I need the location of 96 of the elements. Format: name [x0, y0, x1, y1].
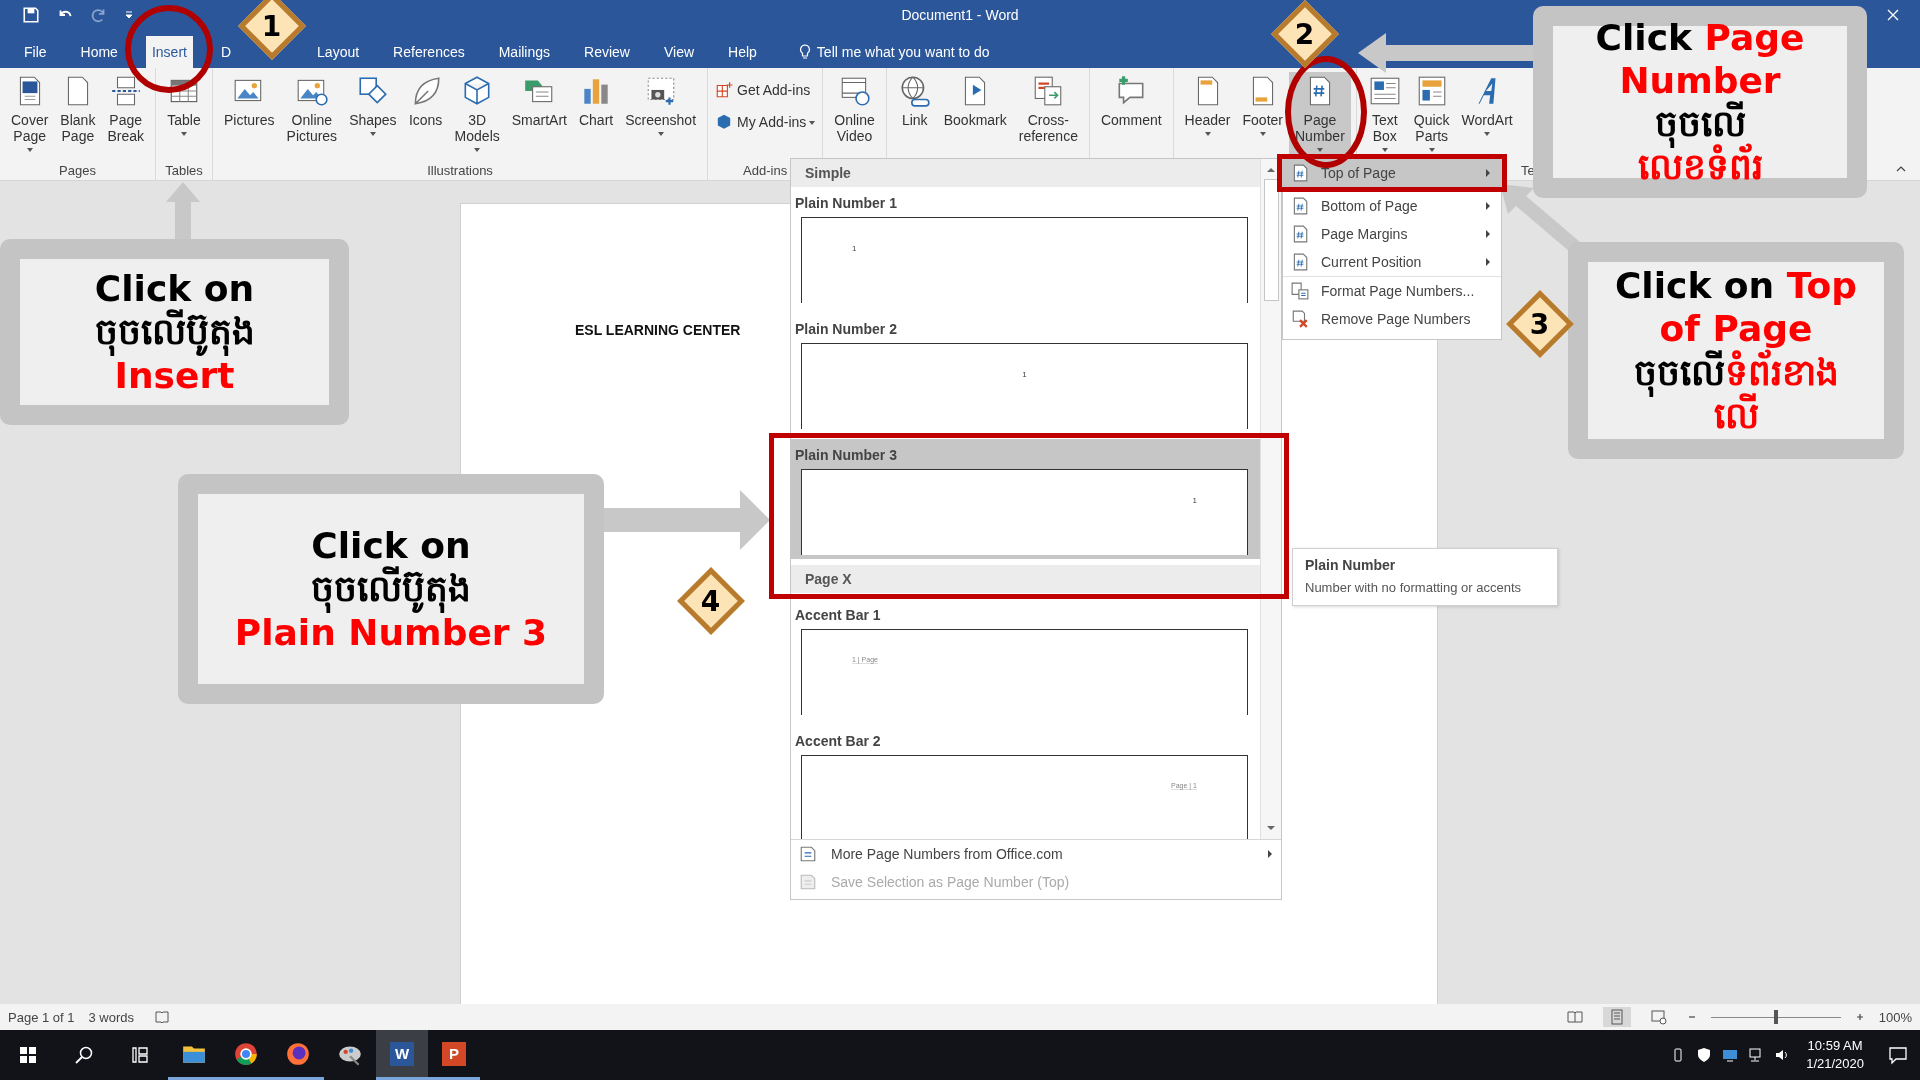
add-in-store-icon	[715, 81, 734, 99]
close-icon[interactable]	[1886, 8, 1900, 22]
menu-item[interactable]: Format Page Numbers...	[1283, 276, 1501, 305]
ribbon-tab[interactable]: File	[18, 36, 53, 68]
ribbon-button[interactable]: Online Pictures	[280, 72, 344, 160]
scroll-bar[interactable]	[1260, 159, 1281, 839]
ribbon-tab[interactable]: References	[387, 36, 471, 68]
preview-page-number: 1	[1192, 496, 1197, 505]
browser-icon	[285, 1040, 311, 1067]
ribbon-group-label: Illustrations	[427, 163, 493, 178]
ribbon-button[interactable]: Shapes	[343, 72, 403, 160]
gallery-item-title: Plain Number 3	[794, 446, 898, 465]
gallery-item-title: Accent Bar 1	[794, 606, 882, 625]
save-icon[interactable]	[22, 6, 40, 24]
tooltip-text: Number with no formatting or accents	[1305, 579, 1523, 597]
ribbon-tab[interactable]: Insert	[145, 36, 193, 68]
ribbon-button[interactable]: Pictures	[217, 72, 281, 160]
page-number-doc-icon	[1291, 164, 1309, 182]
zoom-in-icon[interactable]	[1854, 1012, 1865, 1022]
taskbar-app[interactable]: W	[376, 1030, 428, 1080]
ribbon-button[interactable]: Table	[160, 72, 207, 160]
instruction-text: Click on ចុចលើប៊ូតុង Plain Number 3	[198, 494, 584, 684]
gallery-menu-item[interactable]: More Page Numbers from Office.com	[791, 840, 1281, 868]
document-text: ESL LEARNING CENTER	[575, 322, 741, 338]
print-layout-icon[interactable]	[1602, 1007, 1631, 1027]
clock-time[interactable]: 10:59 AM	[1807, 1037, 1863, 1055]
ribbon-tab[interactable]: Layout	[311, 36, 366, 68]
customize-caret-icon[interactable]	[124, 10, 134, 20]
gallery-section-header: Page X	[791, 565, 1260, 593]
page-number-doc-icon	[1291, 253, 1309, 271]
lightbulb-icon	[798, 44, 811, 60]
ribbon-tab[interactable]: D	[214, 36, 238, 68]
window-title: Document1 - Word	[901, 7, 1019, 23]
zoom-level[interactable]: 100%	[1878, 1009, 1912, 1025]
ribbon-button[interactable]: My Add-ins	[713, 110, 818, 134]
ribbon-tab[interactable]: Mailings	[492, 36, 557, 68]
menu-item[interactable]: Top of Page	[1283, 159, 1501, 187]
page-number-doc-icon	[1291, 225, 1309, 243]
scroll-thumb[interactable]	[1264, 179, 1279, 301]
page-number-doc-icon	[799, 845, 817, 863]
ribbon-button[interactable]: Blank Page	[54, 72, 102, 160]
instruction-text: Click on Top of Page ចុចលើទំព័រខាង លើ	[1588, 262, 1884, 439]
ribbon-tab[interactable]: Review	[578, 36, 636, 68]
monitor-icon[interactable]	[1722, 1047, 1739, 1063]
menu-item[interactable]: Remove Page Numbers	[1283, 305, 1501, 333]
ribbon-group-label: Pages	[59, 163, 96, 178]
ribbon-button[interactable]: Cover Page	[5, 72, 55, 160]
tooltip-title: Plain Number	[1305, 557, 1397, 573]
ribbon-group-label: Tables	[165, 163, 203, 178]
gallery-item[interactable]: Plain Number 1 1	[791, 187, 1260, 307]
gallery-item[interactable]: Plain Number 3 1	[791, 439, 1260, 559]
ribbon-tab[interactable]: View	[657, 36, 701, 68]
browser-icon	[233, 1040, 259, 1067]
gallery-item-title: Plain Number 2	[794, 320, 898, 339]
gallery-item-title: Plain Number 1	[794, 194, 898, 213]
word-count: 3 words	[88, 1009, 135, 1025]
ribbon-button[interactable]: Page Break	[101, 72, 150, 160]
preview-page-number: 1	[852, 244, 857, 253]
ribbon-button[interactable]: Bookmark	[937, 72, 1013, 160]
ribbon-button[interactable]: Icons	[402, 72, 449, 160]
tell-me-search[interactable]: Tell me what you want to do	[792, 36, 996, 68]
page-number-doc-icon	[799, 873, 817, 891]
gallery-section-header: Simple	[791, 159, 1260, 187]
zoom-slider-thumb[interactable]	[1773, 1010, 1778, 1024]
ribbon-group-label: Add-ins	[743, 163, 788, 178]
collapse-ribbon-icon[interactable]	[1896, 166, 1906, 172]
menu-item[interactable]: Page Margins	[1283, 220, 1501, 248]
ribbon-tab[interactable]: Help	[722, 36, 763, 68]
menu-item[interactable]: Bottom of Page	[1283, 192, 1501, 220]
ribbon-tab[interactable]: Home	[74, 36, 124, 68]
taskbar-app[interactable]: P	[428, 1030, 480, 1080]
instruction-text: Click on ចុចលើប៊ូតុង Insert	[20, 259, 329, 405]
ribbon-button[interactable]: Chart	[572, 72, 620, 160]
gallery-item-title: Accent Bar 2	[794, 732, 882, 751]
scroll-up-icon[interactable]	[1266, 165, 1276, 175]
ribbon-button[interactable]: SmartArt	[505, 72, 573, 160]
scroll-down-icon[interactable]	[1266, 823, 1276, 833]
page-count: Page 1 of 1	[8, 1009, 75, 1025]
step-badge: 3	[1506, 290, 1574, 358]
menu-item[interactable]: Current Position	[1283, 248, 1501, 276]
ribbon-button[interactable]: Comment	[1094, 72, 1168, 160]
ribbon-button[interactable]: 3D Models	[448, 72, 506, 160]
preview-page-number: 1	[1022, 370, 1027, 379]
page-number-doc-icon	[1291, 197, 1309, 215]
format-page-number-icon	[1291, 282, 1309, 300]
gallery-item[interactable]: Plain Number 2 1	[791, 313, 1260, 433]
shield-icon[interactable]	[1696, 1047, 1713, 1063]
ribbon-button[interactable]: Get Add-ins	[713, 78, 813, 102]
ribbon-button[interactable]: Text Box	[1361, 72, 1408, 160]
powerpoint-app-icon: P	[442, 1041, 466, 1066]
ribbon-button[interactable]: Quick Parts	[1407, 72, 1456, 160]
notification-icon[interactable]	[1888, 1045, 1908, 1065]
clock-date[interactable]: 1/21/2020	[1806, 1055, 1864, 1073]
ribbon-button[interactable]: Screenshot	[619, 72, 703, 160]
remove-page-number-icon	[1291, 310, 1309, 328]
word-app-icon: W	[390, 1041, 414, 1066]
